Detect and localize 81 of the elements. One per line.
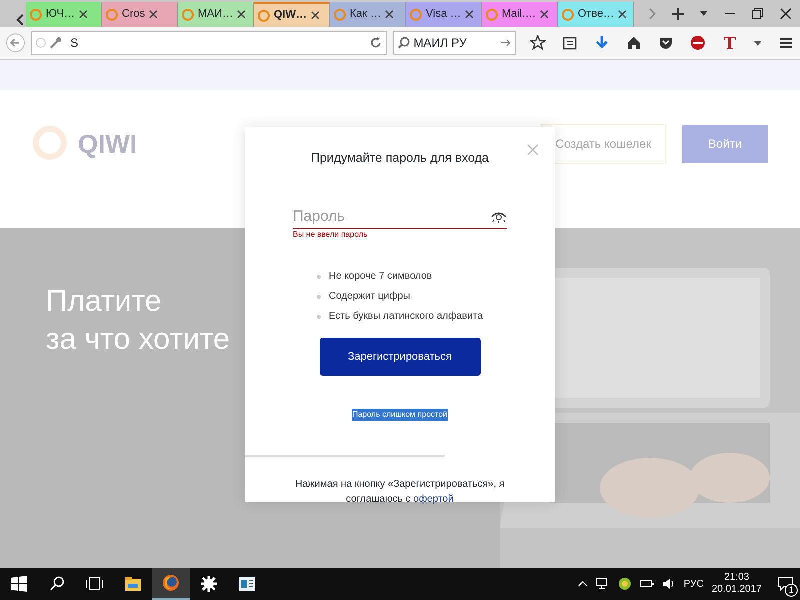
- bullet-icon: [317, 274, 321, 279]
- site-icon: [486, 8, 498, 20]
- menu-icon[interactable]: [778, 35, 794, 51]
- close-icon[interactable]: [540, 10, 550, 19]
- selected-text: Пароль слишком простой: [352, 409, 448, 422]
- agreement-text: Нажимая на кнопку «Зарегистрироваться», я соглашаюсь с офертой: [294, 478, 506, 508]
- eye-icon[interactable]: [491, 210, 507, 223]
- task-view-icon: [86, 577, 104, 591]
- info-icon: [36, 38, 46, 48]
- site-icon: [258, 10, 270, 22]
- browser-tab[interactable]: ЮЧ…: [26, 2, 102, 27]
- browser-tab[interactable]: QIW…: [254, 2, 330, 27]
- windows-icon: [11, 576, 27, 592]
- restore-icon[interactable]: [752, 8, 764, 20]
- notifications-icon[interactable]: [778, 576, 794, 591]
- firefox-icon: [162, 574, 180, 592]
- site-icon: [106, 8, 118, 20]
- search-field[interactable]: МАИЛ РУ: [392, 31, 516, 55]
- app-tray-icon[interactable]: [618, 577, 632, 591]
- letter-t-icon[interactable]: [722, 35, 738, 51]
- bullet-icon: [317, 314, 321, 319]
- close-icon[interactable]: [149, 10, 158, 19]
- offer-link[interactable]: офертой: [414, 494, 454, 506]
- dropdown-icon[interactable]: [754, 40, 762, 46]
- browser-tab[interactable]: Visa …: [406, 2, 482, 27]
- browser-tab[interactable]: Cros: [102, 2, 178, 27]
- chevron-up-icon[interactable]: [578, 581, 588, 587]
- address-field[interactable]: S: [31, 31, 387, 55]
- language-indicator[interactable]: РУС: [684, 576, 704, 592]
- search-icon: [49, 576, 65, 592]
- browser-tab[interactable]: Как …: [330, 2, 406, 27]
- dropdown-icon[interactable]: [700, 11, 708, 16]
- notification-count: 1: [784, 584, 798, 596]
- home-icon[interactable]: [626, 35, 642, 51]
- pocket-icon[interactable]: [658, 35, 674, 51]
- reload-icon[interactable]: [370, 37, 382, 49]
- battery-icon[interactable]: [640, 579, 654, 589]
- gear-icon: [200, 575, 218, 593]
- logo-icon: [32, 125, 70, 163]
- logo-text: QIWI: [78, 128, 138, 160]
- new-tab-icon[interactable]: [672, 8, 684, 20]
- close-icon[interactable]: [79, 10, 88, 19]
- close-icon[interactable]: [237, 10, 246, 19]
- rule-text: Есть буквы латинского алфавита: [329, 310, 484, 324]
- close-icon[interactable]: [618, 10, 628, 19]
- back-icon[interactable]: [6, 32, 26, 54]
- window-icon: [238, 575, 256, 593]
- clock-date[interactable]: 20.01.2017: [712, 584, 762, 596]
- key-icon: [50, 37, 62, 49]
- volume-icon[interactable]: [662, 578, 676, 590]
- close-icon[interactable]: [465, 10, 474, 19]
- site-icon: [334, 8, 346, 20]
- rule-text: Не короче 7 символов: [329, 270, 432, 284]
- close-icon[interactable]: [311, 11, 320, 20]
- search-icon: [398, 37, 410, 49]
- reading-list-icon[interactable]: [562, 35, 578, 51]
- clock-time[interactable]: 21:03: [712, 572, 762, 584]
- site-icon: [182, 8, 194, 20]
- browser-tab[interactable]: Отве…: [558, 2, 634, 27]
- dialog-title: Придумайте пароль для входа: [310, 150, 490, 167]
- scroll-left-icon[interactable]: [16, 13, 26, 27]
- error-message: Вы не ввели пароль: [293, 229, 369, 242]
- close-icon[interactable]: [780, 8, 792, 20]
- browser-tab[interactable]: МАИ…: [178, 2, 254, 27]
- site-icon: [562, 8, 574, 20]
- network-icon[interactable]: [596, 578, 610, 590]
- bullet-icon: [317, 294, 321, 299]
- close-icon[interactable]: [385, 10, 394, 19]
- folder-icon: [124, 575, 142, 593]
- download-icon[interactable]: [594, 35, 610, 51]
- hero-title: за что хотите: [46, 322, 230, 358]
- rule-text: Содержит цифры: [329, 290, 410, 304]
- browser-tab[interactable]: Mail.…: [482, 2, 558, 27]
- adblock-icon[interactable]: [690, 35, 706, 51]
- site-icon: [410, 8, 422, 20]
- close-icon: [527, 144, 539, 156]
- arrow-right-icon[interactable]: [500, 38, 511, 48]
- hero-title: Платите: [46, 284, 163, 320]
- register-button[interactable]: Зарегистрироваться: [320, 338, 480, 376]
- site-icon: [30, 8, 42, 20]
- bookmark-star-icon[interactable]: [530, 35, 546, 51]
